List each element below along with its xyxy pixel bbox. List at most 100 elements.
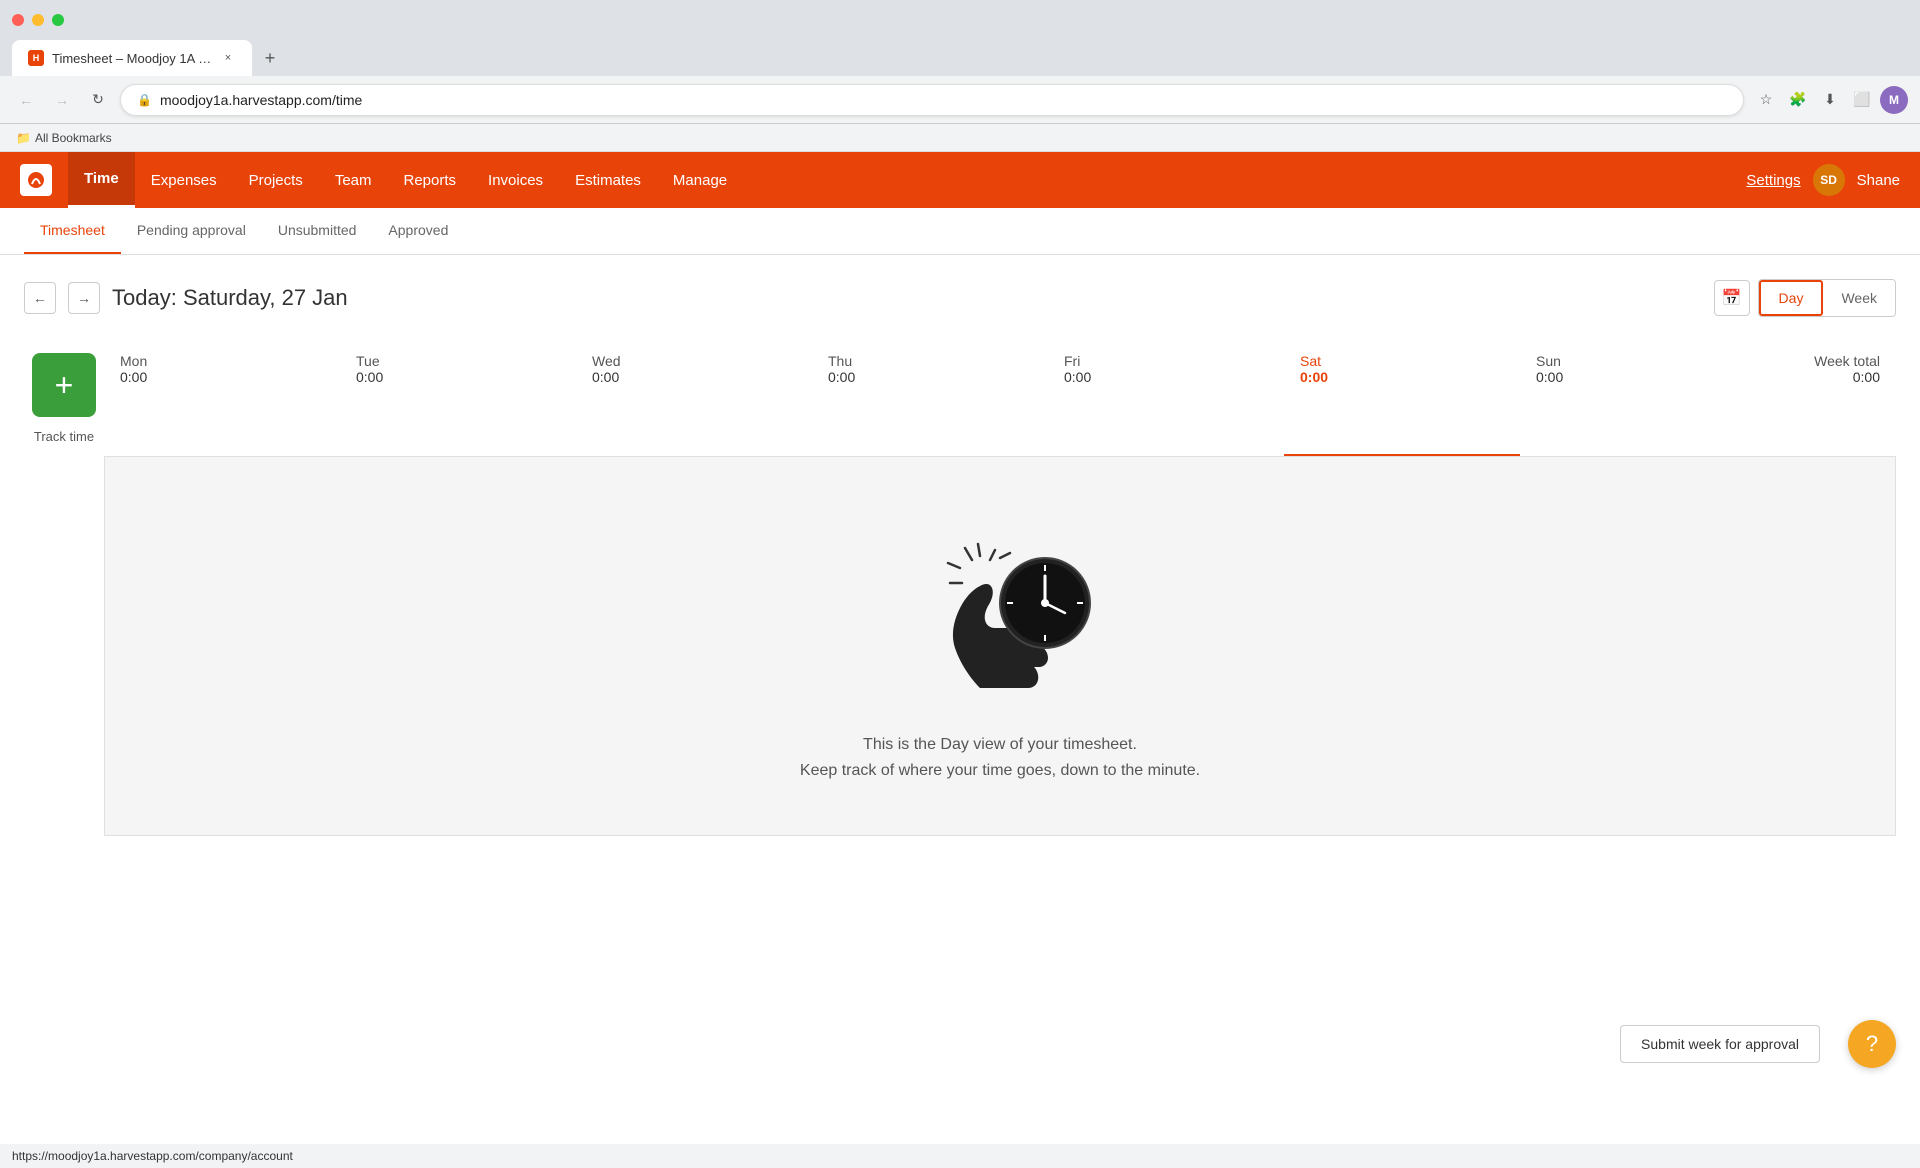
forward-button[interactable]: → [48,86,76,114]
nav-item-projects[interactable]: Projects [233,152,319,208]
week-view-button[interactable]: Week [1823,280,1895,316]
day-col-tue[interactable]: Tue 0:00 [340,341,576,456]
date-nav: ← → Today: Saturday, 27 Jan 📅 Day Week [24,279,1896,317]
day-col-fri[interactable]: Fri 0:00 [1048,341,1284,456]
browser-tab-bar: H Timesheet – Moodjoy 1A – Ha… × + [0,40,1920,76]
window-minimize-btn[interactable] [32,14,44,26]
prev-date-button[interactable]: ← [24,282,56,314]
user-name[interactable]: Shane [1857,172,1900,189]
day-hours-tue: 0:00 [356,369,560,385]
app-container: Time Expenses Projects Team Reports Invo… [0,152,1920,1144]
extensions-icon[interactable]: 🧩 [1784,86,1812,114]
window-close-btn[interactable] [12,14,24,26]
week-section: + Track time Mon 0:00 Tue 0:00 Wed 0:00 [24,341,1896,456]
status-bar: https://moodjoy1a.harvestapp.com/company… [0,1144,1920,1168]
day-name-mon: Mon [120,353,324,369]
download-icon[interactable]: ⬇ [1816,86,1844,114]
current-date: Saturday, 27 Jan [183,285,348,310]
lock-icon: 🔒 [137,93,152,107]
app-nav: Time Expenses Projects Team Reports Invo… [0,152,1920,208]
view-toggle: Day Week [1758,279,1896,317]
empty-line2: Keep track of where your time goes, down… [800,758,1200,784]
sub-nav: Timesheet Pending approval Unsubmitted A… [0,208,1920,255]
new-tab-button[interactable]: + [256,44,284,72]
nav-item-invoices[interactable]: Invoices [472,152,559,208]
nav-item-time[interactable]: Time [68,152,135,208]
bottom-bar: Submit week for approval ? [1596,1008,1920,1080]
day-name-fri: Fri [1064,353,1268,369]
nav-item-estimates[interactable]: Estimates [559,152,657,208]
day-hours-fri: 0:00 [1064,369,1268,385]
day-name-tue: Tue [356,353,560,369]
help-button[interactable]: ? [1848,1020,1896,1068]
empty-line1: This is the Day view of your timesheet. [800,732,1200,758]
day-hours-wed: 0:00 [592,369,796,385]
day-name-sat: Sat [1300,353,1504,369]
week-total-label: Week total [1772,353,1880,369]
view-controls: 📅 Day Week [1714,279,1896,317]
address-bar[interactable]: 🔒 moodjoy1a.harvestapp.com/time [120,84,1744,116]
clock-hand-svg [900,508,1100,708]
bookmarks-label[interactable]: All Bookmarks [35,131,112,145]
app-logo [20,164,52,196]
days-header: Mon 0:00 Tue 0:00 Wed 0:00 Thu 0:00 Fri [104,341,1756,456]
tab-close-icon[interactable]: × [220,50,236,66]
subnav-pending[interactable]: Pending approval [121,208,262,254]
bookmarks-bar: 📁 All Bookmarks [0,124,1920,152]
browser-tab-active[interactable]: H Timesheet – Moodjoy 1A – Ha… × [12,40,252,76]
day-col-thu[interactable]: Thu 0:00 [812,341,1048,456]
day-view-button[interactable]: Day [1759,280,1824,316]
day-hours-sat: 0:00 [1300,369,1504,385]
timesheet-illustration [900,508,1100,708]
nav-item-team[interactable]: Team [319,152,388,208]
empty-state-text: This is the Day view of your timesheet. … [800,732,1200,783]
subnav-unsubmitted[interactable]: Unsubmitted [262,208,373,254]
day-col-wed[interactable]: Wed 0:00 [576,341,812,456]
calendar-picker-button[interactable]: 📅 [1714,280,1750,316]
day-hours-mon: 0:00 [120,369,324,385]
next-date-button[interactable]: → [68,282,100,314]
day-hours-sun: 0:00 [1536,369,1740,385]
tab-favicon: H [28,50,44,66]
day-col-mon[interactable]: Mon 0:00 [104,341,340,456]
add-time-button[interactable]: + [32,353,96,417]
submit-week-button[interactable]: Submit week for approval [1620,1025,1820,1063]
day-hours-thu: 0:00 [828,369,1032,385]
nav-item-manage[interactable]: Manage [657,152,743,208]
browser-toolbar: ← → ↻ 🔒 moodjoy1a.harvestapp.com/time ☆ … [0,76,1920,124]
day-col-sat[interactable]: Sat 0:00 [1284,341,1520,456]
cast-icon[interactable]: ⬜ [1848,86,1876,114]
day-name-sun: Sun [1536,353,1740,369]
empty-state-area: This is the Day view of your timesheet. … [104,456,1896,836]
browser-chrome: H Timesheet – Moodjoy 1A – Ha… × + ← → ↻… [0,0,1920,152]
subnav-timesheet[interactable]: Timesheet [24,208,121,254]
nav-item-expenses[interactable]: Expenses [135,152,233,208]
nav-right: Settings SD Shane [1746,164,1900,196]
window-maximize-btn[interactable] [52,14,64,26]
url-text: moodjoy1a.harvestapp.com/time [160,92,362,108]
browser-titlebar [0,0,1920,40]
nav-item-reports[interactable]: Reports [388,152,473,208]
subnav-approved[interactable]: Approved [372,208,464,254]
user-avatar: SD [1813,164,1845,196]
today-prefix: Today: [112,285,183,310]
day-name-wed: Wed [592,353,796,369]
browser-profile-button[interactable]: M [1880,86,1908,114]
day-col-sun[interactable]: Sun 0:00 [1520,341,1756,456]
settings-link[interactable]: Settings [1746,172,1800,189]
status-url: https://moodjoy1a.harvestapp.com/company… [12,1149,293,1163]
date-title: Today: Saturday, 27 Jan [112,285,348,311]
back-button[interactable]: ← [12,86,40,114]
main-content: ← → Today: Saturday, 27 Jan 📅 Day Week +… [0,255,1920,860]
week-total: Week total 0:00 [1756,341,1896,456]
toolbar-icons: ☆ 🧩 ⬇ ⬜ M [1752,86,1908,114]
day-name-thu: Thu [828,353,1032,369]
track-time-label: Track time [34,429,94,444]
week-total-hours: 0:00 [1772,369,1880,385]
nav-items: Time Expenses Projects Team Reports Invo… [68,152,1746,208]
refresh-button[interactable]: ↻ [84,86,112,114]
tab-title: Timesheet – Moodjoy 1A – Ha… [52,51,212,66]
bookmark-icon[interactable]: ☆ [1752,86,1780,114]
harvest-logo-icon [26,170,46,190]
track-time-area: + Track time [24,341,104,456]
